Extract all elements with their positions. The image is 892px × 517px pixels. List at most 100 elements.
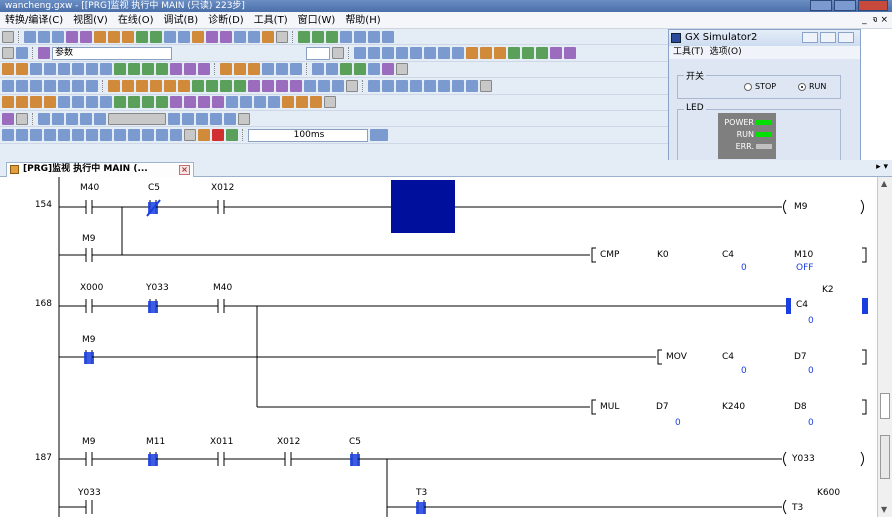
device-icon[interactable]: [164, 30, 176, 43]
run-radio[interactable]: RUN: [798, 82, 826, 91]
device-icon[interactable]: [2, 96, 14, 109]
display-mode-icon[interactable]: [494, 47, 506, 60]
menu-window[interactable]: 窗口(W): [293, 12, 341, 29]
ladder-symbol-icon[interactable]: [198, 63, 210, 76]
ladder-symbol-icon[interactable]: [276, 63, 288, 76]
ladder-symbol-icon[interactable]: [354, 63, 366, 76]
instruction-icon[interactable]: [86, 79, 98, 92]
device-icon[interactable]: [310, 96, 322, 109]
instruction-icon[interactable]: [410, 79, 422, 92]
debug-icon[interactable]: [58, 129, 70, 142]
ladder-symbol-icon[interactable]: [30, 63, 42, 76]
display-mode-icon[interactable]: [550, 47, 562, 60]
edit-icon[interactable]: [38, 112, 50, 125]
menu-online[interactable]: 在线(O): [113, 12, 159, 29]
instruction-icon[interactable]: [318, 79, 330, 92]
ladder-symbol-icon[interactable]: [184, 63, 196, 76]
ladder-symbol-icon[interactable]: [312, 63, 324, 76]
device-icon[interactable]: [16, 96, 28, 109]
find-icon[interactable]: [234, 30, 246, 43]
instruction-icon[interactable]: [438, 79, 450, 92]
device-icon[interactable]: [170, 96, 182, 109]
simulate-icon[interactable]: [262, 30, 274, 43]
ladder-editor[interactable]: 154 M40 C5 X012 M9 M9 CMP K0 C4 M10 0 OF…: [0, 177, 877, 517]
ladder-symbol-icon[interactable]: [58, 63, 70, 76]
device-icon[interactable]: [198, 96, 210, 109]
instruction-icon[interactable]: [30, 79, 42, 92]
redo-icon[interactable]: [80, 30, 92, 43]
device-icon[interactable]: [296, 96, 308, 109]
toolbar-icon[interactable]: [276, 30, 288, 43]
debug-icon[interactable]: [16, 129, 28, 142]
instruction-icon[interactable]: [304, 79, 316, 92]
toolbar-icon[interactable]: [2, 47, 14, 60]
device-icon[interactable]: [128, 96, 140, 109]
display-mode-icon[interactable]: [382, 47, 394, 60]
debug-icon[interactable]: [142, 129, 154, 142]
write-plc-icon[interactable]: [94, 30, 106, 43]
instruction-icon[interactable]: [248, 79, 260, 92]
device-icon[interactable]: [100, 96, 112, 109]
device-combo[interactable]: [306, 46, 330, 60]
ladder-icon[interactable]: [298, 30, 310, 43]
play-icon[interactable]: [212, 129, 224, 142]
ladder-icon[interactable]: [340, 30, 352, 43]
instruction-icon[interactable]: [480, 79, 492, 92]
menu-help[interactable]: 帮助(H): [340, 12, 385, 29]
debug-icon[interactable]: [170, 129, 182, 142]
instruction-icon[interactable]: [16, 79, 28, 92]
mdi-controls[interactable]: _ จ ×: [862, 12, 888, 29]
instruction-icon[interactable]: [452, 79, 464, 92]
edit-icon[interactable]: [238, 112, 250, 125]
undo-icon[interactable]: [66, 30, 78, 43]
minimize-button[interactable]: [810, 0, 832, 11]
instruction-icon[interactable]: [276, 79, 288, 92]
device-icon[interactable]: [184, 96, 196, 109]
edit-icon[interactable]: [94, 112, 106, 125]
simulator-menu-options[interactable]: 选项(O): [710, 46, 742, 59]
device-icon[interactable]: [324, 96, 336, 109]
display-mode-icon[interactable]: [522, 47, 534, 60]
monitor-write-icon[interactable]: [150, 30, 162, 43]
device-icon[interactable]: [72, 96, 84, 109]
ladder-symbol-icon[interactable]: [170, 63, 182, 76]
help-icon[interactable]: [16, 47, 28, 60]
device-icon[interactable]: [44, 96, 56, 109]
menu-convert[interactable]: 转换/编译(C): [0, 12, 68, 29]
device-icon[interactable]: [86, 96, 98, 109]
debug-icon[interactable]: [30, 129, 42, 142]
display-mode-icon[interactable]: [354, 47, 366, 60]
menu-diagnostics[interactable]: 诊断(D): [203, 12, 249, 29]
edit-icon[interactable]: [168, 112, 180, 125]
ladder-icon[interactable]: [354, 30, 366, 43]
toolbar-icon[interactable]: [332, 47, 344, 60]
debug-icon[interactable]: [184, 129, 196, 142]
edit-icon[interactable]: [196, 112, 208, 125]
step-icon[interactable]: [198, 129, 210, 142]
debug-icon[interactable]: [114, 129, 126, 142]
instruction-icon[interactable]: [368, 79, 380, 92]
replace-icon[interactable]: [248, 30, 260, 43]
device-icon[interactable]: [58, 96, 70, 109]
display-mode-icon[interactable]: [508, 47, 520, 60]
ladder-symbol-icon[interactable]: [156, 63, 168, 76]
instruction-icon[interactable]: [396, 79, 408, 92]
edit-icon[interactable]: [80, 112, 92, 125]
display-mode-icon[interactable]: [564, 47, 576, 60]
simulator-menu-tools[interactable]: 工具(T): [673, 46, 704, 59]
instruction-icon[interactable]: [108, 79, 120, 92]
display-mode-icon[interactable]: [480, 47, 492, 60]
scrollbar-track-marker[interactable]: [880, 435, 890, 479]
ladder-symbol-icon[interactable]: [234, 63, 246, 76]
display-mode-icon[interactable]: [536, 47, 548, 60]
ladder-symbol-icon[interactable]: [368, 63, 380, 76]
debug-icon[interactable]: [100, 129, 112, 142]
instruction-icon[interactable]: [2, 79, 14, 92]
read-plc-icon[interactable]: [108, 30, 120, 43]
simulator-maximize-button[interactable]: [820, 32, 836, 43]
ladder-icon[interactable]: [312, 30, 324, 43]
display-mode-icon[interactable]: [424, 47, 436, 60]
paste-icon[interactable]: [52, 30, 64, 43]
instruction-icon[interactable]: [72, 79, 84, 92]
instruction-icon[interactable]: [332, 79, 344, 92]
